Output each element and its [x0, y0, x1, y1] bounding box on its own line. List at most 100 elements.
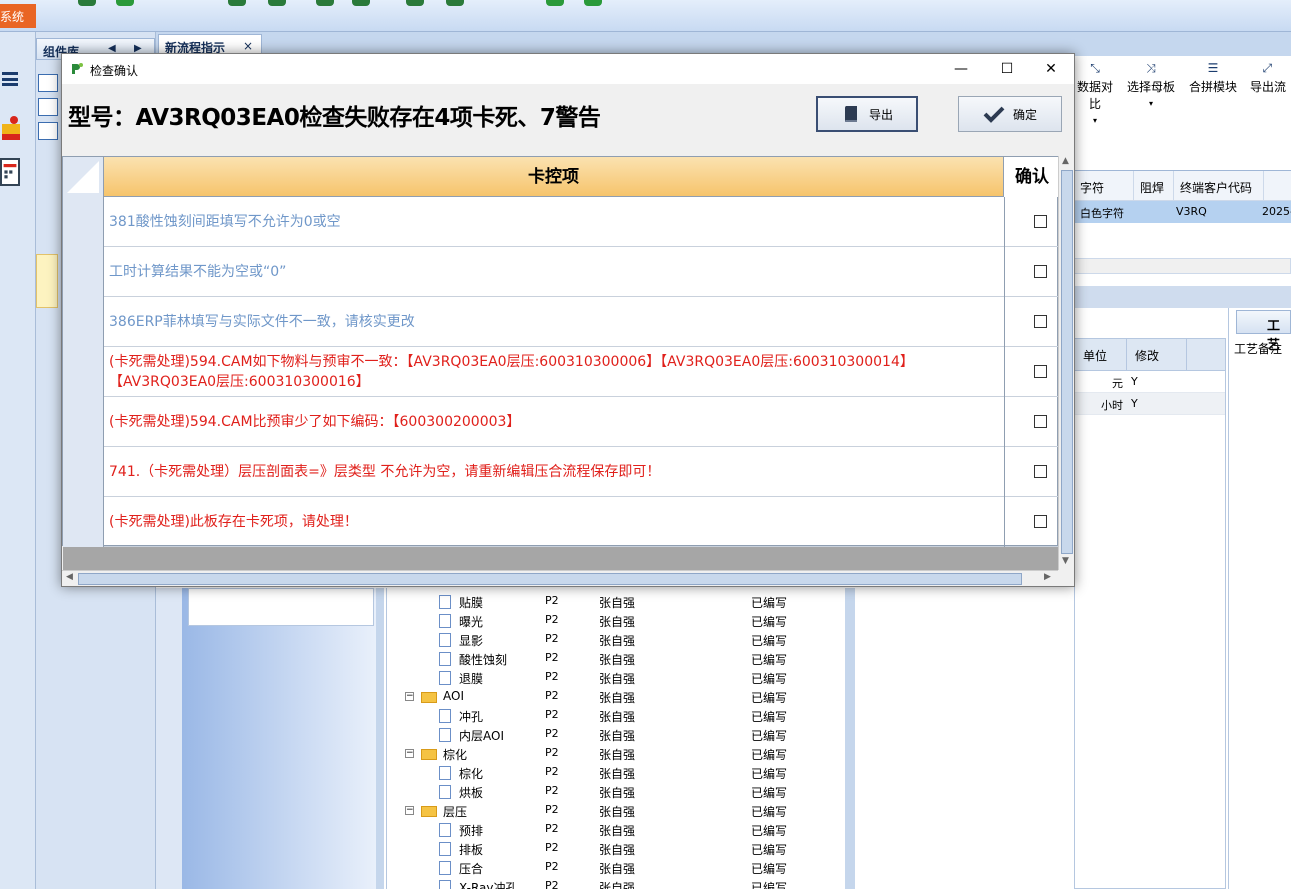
tree-row[interactable]: 贴膜 P2 张自强 已编写 [387, 592, 827, 611]
confirm-cell[interactable] [1004, 497, 1060, 547]
menu-icon[interactable] [2, 72, 18, 86]
confirm-checkbox[interactable] [1034, 415, 1047, 428]
export-button[interactable]: 导出 [816, 96, 918, 132]
confirm-cell[interactable] [1004, 197, 1060, 247]
confirm-cell[interactable] [1004, 247, 1060, 297]
compare-button[interactable]: ⤡ 数据对比 ▾ [1072, 62, 1118, 126]
table-row[interactable]: 741.（卡死需处理）层压剖面表=》层类型 不允许为空，请重新编辑压合流程保存即… [63, 447, 1058, 497]
form-icon[interactable] [38, 122, 58, 140]
plc-icon[interactable] [0, 114, 22, 142]
tree-row[interactable]: 排板 P2 张自强 已编写 [387, 839, 827, 858]
scroll-right-icon[interactable]: ▶ [1044, 572, 1051, 582]
confirm-checkbox[interactable] [1034, 315, 1047, 328]
export-flow-label: 导出流 [1250, 80, 1287, 94]
table-icon[interactable] [446, 0, 464, 6]
vertical-scrollbar[interactable]: ▲ ▼ [1058, 156, 1074, 570]
row-header[interactable] [63, 197, 104, 247]
splitter[interactable] [845, 588, 855, 889]
tree-row[interactable]: 显影 P2 张自强 已编写 [387, 630, 827, 649]
scroll-up-icon[interactable]: ▲ [1062, 156, 1069, 166]
select-all-corner[interactable] [63, 157, 104, 197]
tree-cell-code: P2 [545, 708, 559, 721]
row-header[interactable] [63, 297, 104, 347]
tree-row[interactable]: − 层压 P2 张自强 已编写 [387, 801, 827, 820]
horizontal-scrollbar[interactable]: ◀ ▶ [62, 570, 1058, 586]
row-header[interactable] [63, 447, 104, 497]
calendar-icon[interactable] [0, 158, 20, 186]
selected-item[interactable] [36, 254, 58, 308]
table-row[interactable]: (卡死需处理)此板存在卡死项，请处理！ [63, 497, 1058, 547]
select-board-button[interactable]: ⤨ 选择母板 ▾ [1124, 62, 1178, 109]
tree-row[interactable]: 退膜 P2 张自强 已编写 [387, 668, 827, 687]
tree-row[interactable]: 曝光 P2 张自强 已编写 [387, 611, 827, 630]
table-row[interactable]: 小时 Y [1075, 393, 1225, 415]
sync-icon[interactable] [406, 0, 424, 6]
scroll-down-icon[interactable]: ▼ [1062, 556, 1069, 566]
close-icon[interactable]: × [243, 39, 253, 53]
save-icon[interactable] [268, 0, 286, 6]
collapse-icon[interactable]: − [405, 806, 414, 815]
table-row[interactable]: (卡死需处理)594.CAM如下物料与预审不一致：【AV3RQ03EA0层压:6… [63, 347, 1058, 397]
result-heading: 型号：AV3RQ03EA0检查失败存在4项卡死、7警告 [68, 105, 601, 131]
dialog-titlebar[interactable]: 检查确认 — ☐ ✕ [62, 54, 1074, 84]
table-row[interactable]: 元 Y [1075, 371, 1225, 393]
collapse-icon[interactable]: − [405, 692, 414, 701]
export-flow-button[interactable]: ⤢ 导出流 [1250, 62, 1291, 95]
system-button[interactable]: 系统 [0, 4, 36, 28]
tree-row[interactable]: − 棕化 P2 张自强 已编写 [387, 744, 827, 763]
tool-icon[interactable] [228, 0, 246, 6]
tree-row[interactable]: 内层AOI P2 张自强 已编写 [387, 725, 827, 744]
excel-icon[interactable] [546, 0, 564, 6]
craft-tab[interactable]: 工艺 [1236, 310, 1291, 353]
print-icon[interactable] [584, 0, 602, 6]
row-header[interactable] [63, 497, 104, 547]
help-icon[interactable] [116, 0, 134, 6]
tree-row[interactable]: X-Ray冲孔 P2 张自强 已编写 [387, 877, 827, 889]
column-header-item[interactable]: 卡控项 [104, 157, 1004, 197]
doc-icon[interactable] [316, 0, 334, 6]
table-row[interactable]: 工时计算结果不能为空或“0” [63, 247, 1058, 297]
tree-row[interactable]: 烘板 P2 张自强 已编写 [387, 782, 827, 801]
merge-module-button[interactable]: ☰ 合拼模块 [1186, 62, 1240, 95]
tree-row[interactable]: 冲孔 P2 张自强 已编写 [387, 706, 827, 725]
collapse-icon[interactable]: − [405, 749, 414, 758]
horizontal-scrollbar[interactable] [1074, 258, 1291, 274]
confirm-checkbox[interactable] [1034, 515, 1047, 528]
confirm-checkbox[interactable] [1034, 365, 1047, 378]
confirm-button[interactable]: 确定 [958, 96, 1062, 132]
search-icon[interactable] [78, 0, 96, 6]
tree-node-label: 棕化 [443, 748, 468, 762]
table-row[interactable]: (卡死需处理)594.CAM比预审少了如下编码：【600300200003】 [63, 397, 1058, 447]
splitter[interactable] [376, 588, 384, 889]
form-icon[interactable] [38, 98, 58, 116]
row-header[interactable] [63, 247, 104, 297]
scroll-left-icon[interactable]: ◀ [66, 572, 73, 582]
confirm-checkbox[interactable] [1034, 215, 1047, 228]
confirm-checkbox[interactable] [1034, 265, 1047, 278]
form-icon[interactable] [38, 74, 58, 92]
folder-icon [421, 806, 437, 817]
tree-row[interactable]: − AOI P2 张自强 已编写 [387, 687, 827, 706]
confirm-cell[interactable] [1004, 347, 1060, 397]
column-header-confirm[interactable]: 确认 [1004, 157, 1060, 197]
tree-row[interactable]: 预排 P2 张自强 已编写 [387, 820, 827, 839]
table-row[interactable]: 白色字符 V3RQ 2025- [1074, 201, 1291, 223]
tree-row[interactable]: 酸性蚀刻 P2 张自强 已编写 [387, 649, 827, 668]
chart-icon[interactable] [352, 0, 370, 6]
close-button[interactable]: ✕ [1028, 54, 1074, 84]
scroll-thumb[interactable] [1061, 170, 1073, 554]
confirm-cell[interactable] [1004, 297, 1060, 347]
row-header[interactable] [63, 347, 104, 397]
confirm-checkbox[interactable] [1034, 465, 1047, 478]
confirm-cell[interactable] [1004, 447, 1060, 497]
confirm-cell[interactable] [1004, 397, 1060, 447]
list-item[interactable] [188, 588, 374, 626]
tree-row[interactable]: 棕化 P2 张自强 已编写 [387, 763, 827, 782]
row-header[interactable] [63, 397, 104, 447]
tree-row[interactable]: 压合 P2 张自强 已编写 [387, 858, 827, 877]
scroll-thumb[interactable] [78, 573, 1022, 585]
minimize-button[interactable]: — [938, 54, 984, 84]
maximize-button[interactable]: ☐ [984, 54, 1030, 84]
table-row[interactable]: 381酸性蚀刻间距填写不允许为0或空 [63, 197, 1058, 247]
table-row[interactable]: 386ERP菲林填写与实际文件不一致，请核实更改 [63, 297, 1058, 347]
